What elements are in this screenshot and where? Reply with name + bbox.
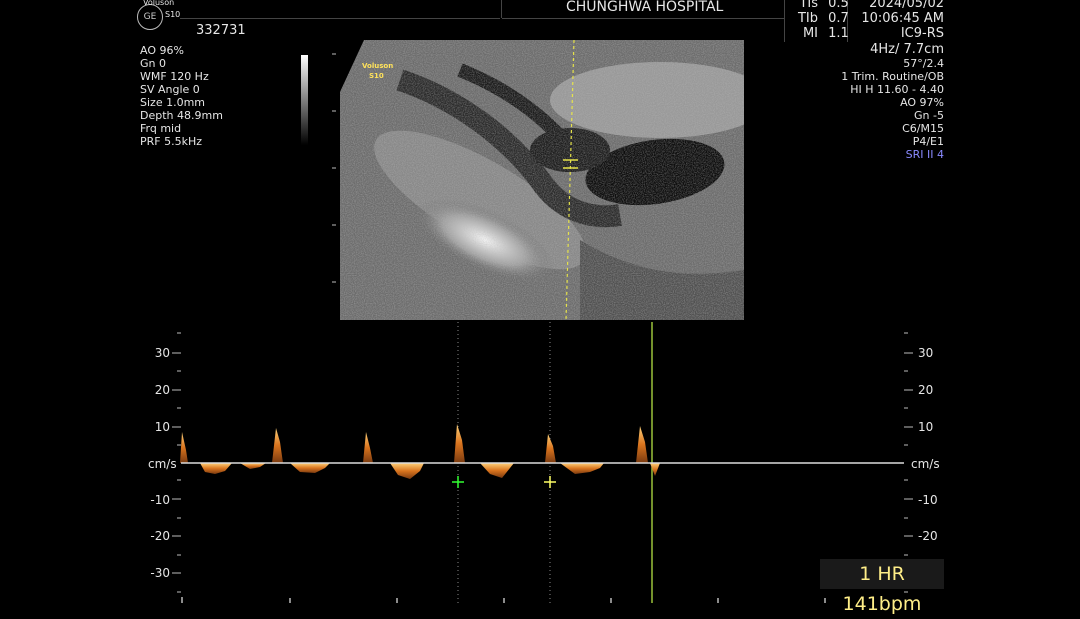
probe-name: IC9-RS <box>900 26 944 41</box>
param-gain-right: Gn -5 <box>914 109 944 122</box>
param-harmonic: HI H 11.60 - 4.40 <box>850 83 944 96</box>
safety-label: MI <box>802 26 818 41</box>
doppler-signal <box>180 424 660 479</box>
safety-value: 0.5 <box>828 0 849 11</box>
safety-label: TIb <box>797 11 818 26</box>
header-divider-mid <box>501 0 502 18</box>
scale-label-left: 30 <box>154 346 170 360</box>
right-param-list: 57°/2.4 1 Trim. Routine/OB HI H 11.60 - … <box>841 57 944 161</box>
model-label-top: S10 <box>165 10 181 19</box>
unit-label-left: cm/s <box>148 457 177 471</box>
exam-date: 2024/05/02 <box>869 0 944 11</box>
scale-label-right: 20 <box>918 383 934 397</box>
frame-rate-depth: 4Hz/ 7.7cm <box>870 42 944 57</box>
safety-row: MI 1.1 <box>788 26 849 41</box>
safety-label: TIs <box>799 0 818 11</box>
scale-label-right: 10 <box>918 420 934 434</box>
depth-scale <box>332 53 336 283</box>
heart-rate-readout: 1 HR 141bpm <box>820 559 944 615</box>
param-preset: 1 Trim. Routine/OB <box>841 70 944 83</box>
param-angle: 57°/2.4 <box>903 57 944 70</box>
param-gain: Gn 0 <box>140 57 166 70</box>
param-sv-angle: SV Angle 0 <box>140 83 200 96</box>
param-cm: C6/M15 <box>902 122 944 135</box>
image-model-label: S10 <box>369 72 384 80</box>
param-pe: P4/E1 <box>912 135 944 148</box>
time-ticks <box>181 597 826 603</box>
param-size: Size 1.0mm <box>140 96 206 109</box>
param-prf: PRF 5.5kHz <box>140 135 203 148</box>
scale-label-left: -30 <box>150 566 170 580</box>
header-divider-left <box>180 18 500 19</box>
scale-label-left: -10 <box>150 493 170 507</box>
param-frq: Frq mid <box>140 122 182 135</box>
param-wmf: WMF 120 Hz <box>140 70 209 83</box>
left-param-list: AO 96% Gn 0 WMF 120 Hz SV Angle 0 Size 1… <box>140 44 223 148</box>
param-ao-right: AO 97% <box>900 96 944 109</box>
image-brand-label: Voluson <box>362 62 394 70</box>
safety-value: 0.7 <box>828 11 849 26</box>
scale-label-right: 30 <box>918 346 934 360</box>
safety-value: 1.1 <box>828 26 849 41</box>
safety-row: TIs 0.5 <box>788 0 849 11</box>
hospital-name: CHUNGHWA HOSPITAL <box>566 0 724 15</box>
safety-indices: TIs 0.5 TIb 0.7 MI 1.1 <box>788 0 849 41</box>
param-depth: Depth 48.9mm <box>140 109 223 122</box>
ultrasound-b-mode-image[interactable] <box>340 40 744 320</box>
param-ao: AO 96% <box>140 44 184 57</box>
header-divider-v1 <box>784 0 785 42</box>
safety-row: TIb 0.7 <box>788 11 849 26</box>
scale-label-right: -20 <box>918 529 938 543</box>
unit-label-right: cm/s <box>911 457 940 471</box>
scale-label-left: -20 <box>150 529 170 543</box>
caliper-cross-yellow <box>544 476 556 488</box>
grayscale-map-bar <box>301 55 308 145</box>
param-sri: SRI II 4 <box>905 148 944 161</box>
scale-label-left: 20 <box>154 383 170 397</box>
scale-label-left: 10 <box>154 420 170 434</box>
patient-id: 332731 <box>196 23 246 38</box>
header-divider-right <box>502 18 784 19</box>
caliper-cross-green <box>452 476 464 488</box>
scale-label-right: -10 <box>918 493 938 507</box>
exam-time: 10:06:45 AM <box>861 11 944 26</box>
